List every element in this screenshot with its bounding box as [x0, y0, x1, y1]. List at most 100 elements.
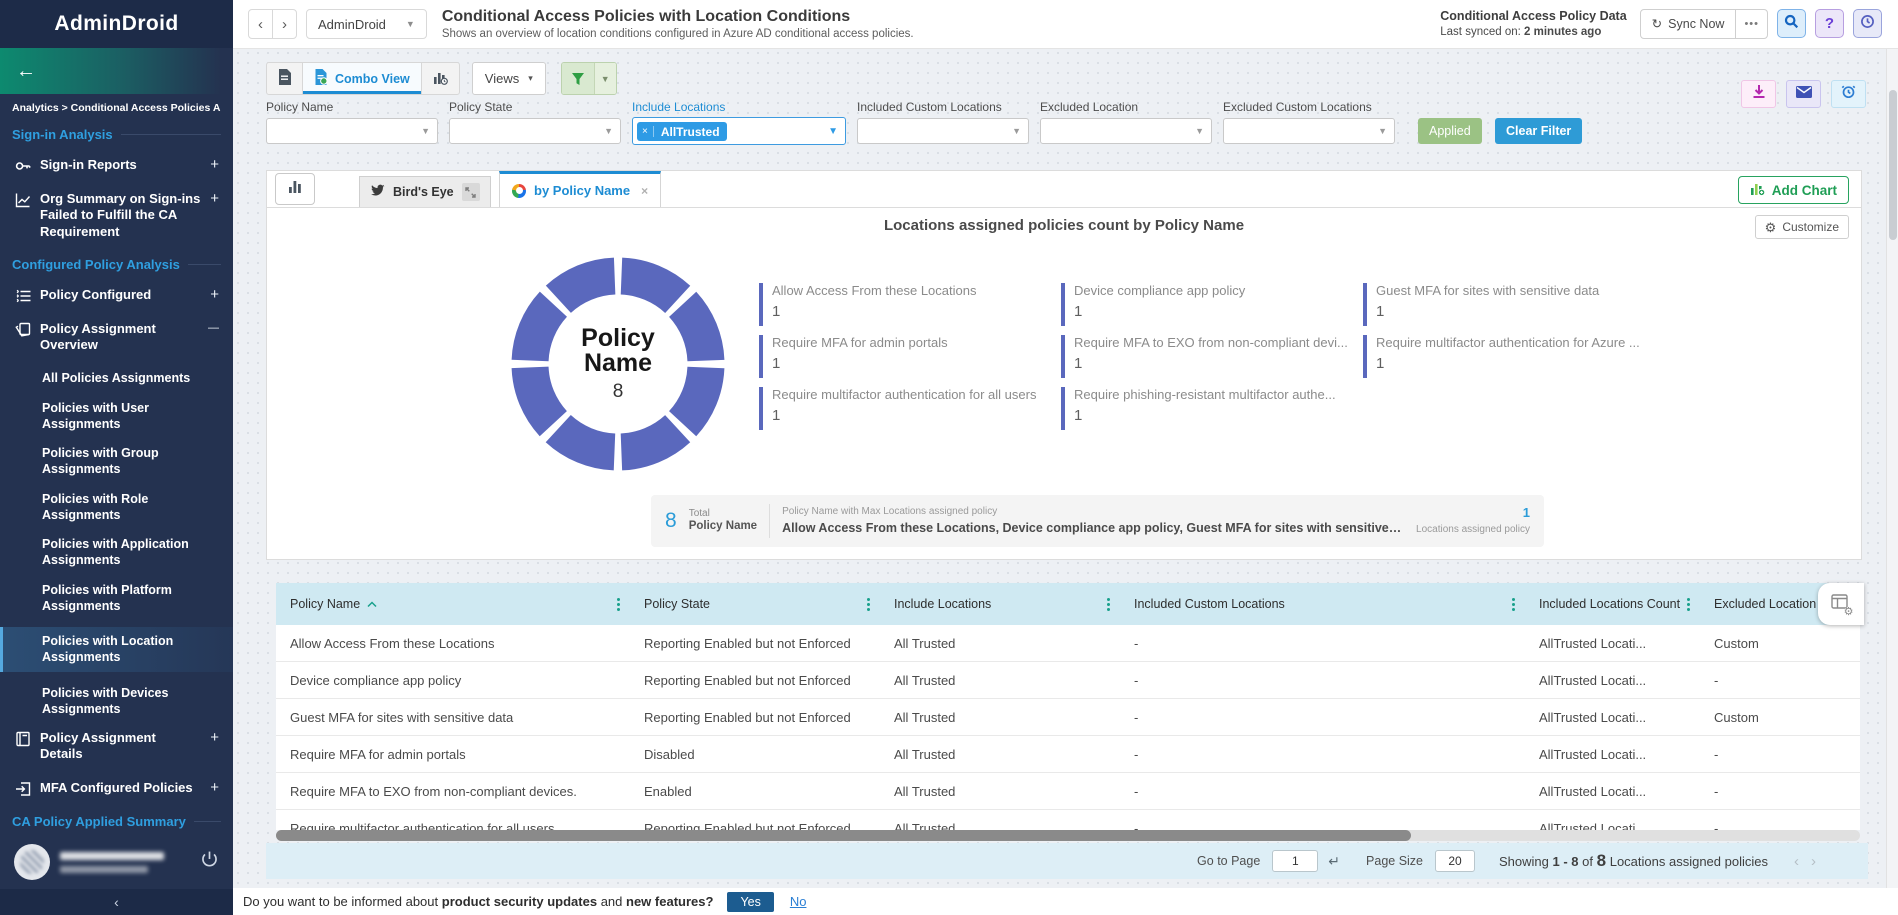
funnel-icon[interactable]: [562, 63, 594, 94]
sidebar-collapse-button[interactable]: ‹: [0, 889, 233, 915]
sidebar-item-mfa-configured[interactable]: MFA Configured Policies +: [14, 780, 219, 797]
horizontal-scrollbar-thumb[interactable]: [276, 830, 1411, 841]
table-row[interactable]: Require MFA for admin portals Disabled A…: [276, 736, 1860, 773]
expand-icon[interactable]: [462, 183, 480, 201]
tab-report-view[interactable]: [267, 63, 303, 94]
sidebar-back-strip[interactable]: ←: [0, 48, 233, 94]
app-selector-dropdown[interactable]: AdminDroid ▼: [306, 9, 427, 39]
yes-button[interactable]: Yes: [727, 892, 773, 912]
add-chart-button[interactable]: Add Chart: [1738, 176, 1849, 204]
sidebar-subitem-location-assignments-selected[interactable]: Policies with Location Assignments: [0, 627, 233, 672]
expand-plus-icon[interactable]: +: [210, 157, 219, 172]
filter-split-button[interactable]: ▼: [561, 62, 617, 95]
table-row[interactable]: Require multifactor authentication for a…: [276, 810, 1860, 830]
sync-now-button[interactable]: ↻Sync Now •••: [1640, 9, 1768, 39]
chart-list-button[interactable]: [275, 173, 315, 205]
views-dropdown-button[interactable]: Views ▾: [472, 62, 546, 95]
table-row[interactable]: Require MFA to EXO from non-compliant de…: [276, 773, 1860, 810]
forward-button[interactable]: ›: [273, 16, 296, 33]
vertical-scrollbar-thumb[interactable]: [1889, 90, 1897, 240]
clear-filter-button[interactable]: Clear Filter: [1495, 118, 1582, 144]
no-link[interactable]: No: [790, 894, 807, 909]
back-arrow-icon[interactable]: ←: [16, 60, 36, 83]
summary-total-caption: Total: [689, 508, 757, 520]
table-row[interactable]: Allow Access From these Locations Report…: [276, 625, 1860, 662]
filter-dropdown-included-custom-locations[interactable]: ▼: [857, 118, 1029, 144]
filter-dropdown-policy-name[interactable]: ▼: [266, 118, 438, 144]
sidebar-subitem-application-assignments[interactable]: Policies with Application Assignments: [12, 536, 221, 569]
chip-remove-icon[interactable]: ×: [637, 126, 654, 137]
tab-combo-view[interactable]: Combo View: [303, 63, 422, 94]
collapse-minus-icon[interactable]: —: [208, 323, 219, 334]
sort-asc-icon[interactable]: [367, 597, 377, 611]
filter-dropdown-include-locations[interactable]: × AllTrusted ▼: [632, 117, 846, 145]
cell-excluded-location: Custom: [1700, 636, 1860, 651]
table-row[interactable]: Device compliance app policy Reporting E…: [276, 662, 1860, 699]
sidebar-item-policy-assignment-overview[interactable]: Policy Assignment Overview —: [14, 321, 219, 354]
prev-page-button[interactable]: ‹: [1794, 853, 1799, 870]
horizontal-scrollbar[interactable]: [276, 830, 1860, 841]
column-header-included-custom-locations[interactable]: Included Custom Locations: [1120, 583, 1525, 625]
back-button[interactable]: ‹: [249, 16, 272, 33]
filter-label-included-custom-locations: Included Custom Locations: [857, 100, 1002, 114]
chart-clock-icon: [433, 70, 448, 88]
more-options-button[interactable]: •••: [1735, 10, 1767, 38]
page-number-input[interactable]: [1272, 850, 1318, 872]
donut-chart[interactable]: Policy Name 8: [510, 256, 726, 472]
power-icon[interactable]: [200, 850, 219, 874]
help-button[interactable]: ?: [1815, 9, 1844, 38]
tab-by-policy-name[interactable]: by Policy Name ×: [499, 171, 661, 207]
summary-total-value: 8: [665, 509, 677, 533]
column-header-policy-state[interactable]: Policy State: [630, 583, 880, 625]
column-header-policy-name[interactable]: Policy Name: [276, 583, 630, 625]
filter-dropdown-policy-state[interactable]: ▼: [449, 118, 621, 144]
breadcrumb: Analytics > Conditional Access Policies …: [12, 102, 221, 114]
column-chooser-button[interactable]: ⚙: [1818, 583, 1864, 625]
expand-plus-icon[interactable]: +: [210, 287, 219, 302]
page-size-input[interactable]: [1435, 850, 1475, 872]
next-page-button[interactable]: ›: [1811, 853, 1816, 870]
sidebar-subitem-user-assignments[interactable]: Policies with User Assignments: [12, 400, 221, 433]
column-header-included-locations-count[interactable]: Included Locations Count: [1525, 583, 1700, 625]
history-button[interactable]: [1853, 9, 1882, 38]
sidebar-item-policy-assignment-details[interactable]: Policy Assignment Details +: [14, 730, 219, 763]
tab-birds-eye[interactable]: Bird's Eye: [359, 176, 491, 207]
page-nav: ‹ ›: [1794, 853, 1816, 870]
user-account-box[interactable]: [0, 835, 233, 889]
sidebar-subitem-all-policies[interactable]: All Policies Assignments: [12, 370, 221, 386]
sidebar-subitem-platform-assignments[interactable]: Policies with Platform Assignments: [12, 582, 221, 615]
sidebar-subitem-role-assignments[interactable]: Policies with Role Assignments: [12, 491, 221, 524]
column-menu-icon[interactable]: [1687, 598, 1690, 601]
chevron-down-icon: ▼: [1195, 126, 1204, 136]
search-button[interactable]: [1777, 9, 1806, 38]
filter-caret-button[interactable]: ▼: [594, 63, 616, 94]
expand-plus-icon[interactable]: +: [210, 730, 219, 745]
expand-plus-icon[interactable]: +: [210, 780, 219, 795]
column-header-include-locations[interactable]: Include Locations: [880, 583, 1120, 625]
download-button[interactable]: [1741, 80, 1776, 108]
filter-dropdown-excluded-custom-locations[interactable]: ▼: [1223, 118, 1395, 144]
filter-dropdown-excluded-location[interactable]: ▼: [1040, 118, 1212, 144]
tab-chart-view[interactable]: [422, 63, 459, 94]
list-icon: [14, 288, 31, 304]
email-button[interactable]: [1786, 80, 1821, 108]
table-row[interactable]: Guest MFA for sites with sensitive data …: [276, 699, 1860, 736]
column-menu-icon[interactable]: [1107, 598, 1110, 601]
sidebar-item-org-summary[interactable]: Org Summary on Sign-ins Failed to Fulfil…: [14, 191, 219, 240]
cell-policy-name: Device compliance app policy: [276, 673, 630, 688]
column-menu-icon[interactable]: [1512, 598, 1515, 601]
sidebar-item-signin-reports[interactable]: Sign-in Reports +: [14, 157, 219, 174]
sidebar-item-policy-configured[interactable]: Policy Configured +: [14, 287, 219, 304]
close-icon[interactable]: ×: [641, 184, 648, 198]
column-menu-icon[interactable]: [867, 598, 870, 601]
column-menu-icon[interactable]: [617, 598, 620, 601]
schedule-button[interactable]: [1831, 80, 1866, 108]
sidebar-subitem-devices-assignments[interactable]: Policies with Devices Assignments: [12, 685, 221, 718]
views-label: Views: [485, 71, 519, 86]
sidebar-subitem-group-assignments[interactable]: Policies with Group Assignments: [12, 445, 221, 478]
return-icon[interactable]: ↵: [1328, 853, 1340, 870]
vertical-scrollbar[interactable]: [1886, 48, 1898, 888]
column-label: Included Locations Count: [1539, 597, 1680, 611]
expand-plus-icon[interactable]: +: [210, 191, 219, 206]
applied-badge[interactable]: Applied: [1418, 118, 1482, 144]
